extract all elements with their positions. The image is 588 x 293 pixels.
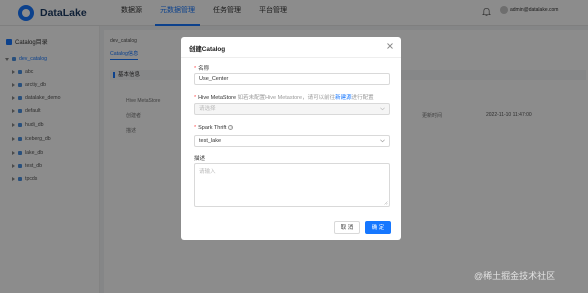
hms-hint-suffix: 进行配置: [351, 95, 374, 101]
cancel-button[interactable]: 取 消: [334, 221, 360, 234]
hms-placeholder: 请选择: [199, 106, 216, 112]
name-label: * 名称: [194, 66, 210, 72]
close-icon[interactable]: [386, 42, 394, 50]
name-input[interactable]: Use_Center: [194, 73, 390, 85]
resize-handle-icon[interactable]: [384, 201, 388, 205]
new-source-link[interactable]: 新建源: [335, 95, 352, 101]
help-icon[interactable]: ?: [228, 125, 234, 131]
watermark: @稀土掘金技术社区: [474, 271, 556, 281]
desc-placeholder: 请输入: [199, 169, 216, 175]
dialog-title: 创建Catalog: [189, 46, 226, 53]
chevron-down-icon: [380, 107, 385, 111]
desc-label: 描述: [194, 156, 206, 162]
create-catalog-dialog: 创建Catalog * 名称 Use_Center * Hive MetaStore…: [181, 37, 401, 240]
dialog-divider: [181, 57, 401, 58]
confirm-button[interactable]: 确 定: [365, 221, 391, 234]
chevron-down-icon: [380, 139, 385, 143]
hms-select[interactable]: 请选择: [194, 103, 390, 115]
description-textarea[interactable]: 请输入: [194, 163, 390, 207]
hms-label: * Hive MetaStore 如若未配置Hive Metastore，请可以前…: [194, 95, 374, 101]
hms-hint: 如若未配置Hive Metastore，请可以前往: [237, 95, 336, 101]
spark-label: * Spark Thrift?: [194, 125, 234, 131]
spark-value: test_lake: [199, 138, 222, 144]
spark-thrift-select[interactable]: test_lake: [194, 135, 390, 147]
